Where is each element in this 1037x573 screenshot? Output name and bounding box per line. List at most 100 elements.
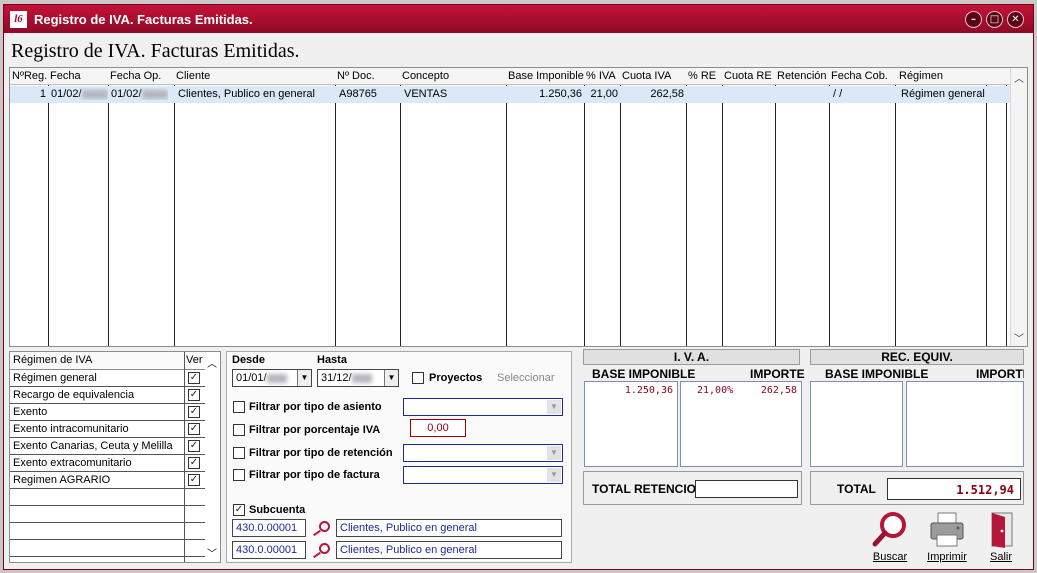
col-fecha-op[interactable]: Fecha Op. — [110, 70, 161, 82]
iva-importe-box: 21,00% 262,58 — [680, 381, 802, 467]
regimen-checkbox[interactable]: ✓ — [188, 372, 200, 384]
subcuenta-from-code[interactable]: 430.0.00001 — [232, 519, 306, 537]
cell-fecha-op: 01/02/ — [111, 88, 168, 100]
grid-divider — [895, 85, 896, 346]
regimen-checkbox[interactable]: ✓ — [188, 423, 200, 435]
grid-divider — [829, 85, 830, 346]
grid-scrollbar[interactable]: ︿ ﹀ — [1010, 68, 1027, 346]
col-pct-re[interactable]: % RE — [688, 70, 716, 82]
grid-divider — [506, 85, 507, 346]
chevron-down-icon[interactable]: ▼ — [547, 400, 561, 414]
list-item[interactable]: Regimen AGRARIO ✓ — [10, 472, 205, 489]
regimen-list[interactable]: Régimen de IVA Ver Régimen general ✓ Rec… — [9, 351, 221, 563]
grid-divider — [108, 85, 109, 346]
rec-equiv-importe-header: IMPORTE — [976, 367, 1024, 381]
col-cuota-iva[interactable]: Cuota IVA — [622, 70, 671, 82]
regimen-checkbox[interactable]: ✓ — [188, 406, 200, 418]
buscar-button[interactable]: Buscar — [865, 511, 915, 567]
grid-divider — [335, 85, 336, 346]
list-item[interactable]: Exento ✓ — [10, 404, 205, 421]
tipo-factura-label: Filtrar por tipo de factura — [249, 469, 380, 481]
regimen-checkbox[interactable]: ✓ — [188, 457, 200, 469]
list-scroll-down-icon[interactable]: ﹀ — [207, 545, 217, 560]
hasta-date-field[interactable]: 31/12/ ▼ — [317, 369, 399, 387]
maximize-button[interactable]: □ — [986, 11, 1003, 28]
col-cuota-re[interactable]: Cuota RE — [724, 70, 772, 82]
col-regimen[interactable]: Régimen — [899, 70, 943, 82]
tipo-asiento-select[interactable]: ▼ — [403, 398, 563, 416]
rec-equiv-base-header: BASE IMPONIBLE — [825, 367, 929, 381]
regimen-checkbox[interactable]: ✓ — [188, 474, 200, 486]
subcuenta-from-name[interactable]: Clientes, Publico en general — [336, 519, 562, 537]
regimen-checkbox[interactable]: ✓ — [188, 389, 200, 401]
minimize-button[interactable]: – — [965, 11, 982, 28]
regimen-checkbox[interactable]: ✓ — [188, 440, 200, 452]
cell-ndoc: A98765 — [339, 88, 377, 100]
app-logo-icon: l6 — [10, 11, 27, 28]
close-button[interactable]: ✕ — [1007, 11, 1024, 28]
grid-divider — [775, 85, 776, 346]
tipo-factura-select[interactable]: ▼ — [403, 466, 563, 484]
cell-pct-iva: 21,00 — [590, 88, 618, 100]
subcuenta-to-name[interactable]: Clientes, Publico en general — [336, 541, 562, 559]
tipo-retencion-select[interactable]: ▼ — [403, 444, 563, 462]
imprimir-button[interactable]: Imprimir — [922, 511, 972, 567]
iva-importe-value: 262,58 — [760, 385, 797, 396]
regimen-item-label: Recargo de equivalencia — [13, 389, 135, 401]
grid-divider — [620, 85, 621, 346]
porcentaje-iva-checkbox[interactable] — [233, 424, 245, 436]
filters-panel: Desde Hasta 01/01/ ▼ 31/12/ ▼ Proyectos … — [226, 351, 572, 563]
search-icon — [872, 512, 906, 547]
table-row[interactable]: 1 01/02/ 01/02/ Clientes, Publico en gen… — [10, 86, 1012, 103]
total-retencion-field — [695, 480, 798, 498]
ver-header-label: Ver — [186, 354, 203, 366]
chevron-down-icon[interactable]: ▼ — [547, 468, 561, 482]
title-bar[interactable]: l6 Registro de IVA. Facturas Emitidas. –… — [4, 5, 1033, 33]
cell-regimen: Régimen general — [901, 88, 985, 100]
col-cliente[interactable]: Cliente — [176, 70, 210, 82]
col-fecha-cob[interactable]: Fecha Cob. — [831, 70, 888, 82]
proyectos-checkbox[interactable] — [412, 372, 424, 384]
exit-door-icon — [991, 512, 1013, 548]
list-item[interactable]: Exento extracomunitario ✓ — [10, 455, 205, 472]
col-concepto[interactable]: Concepto — [402, 70, 449, 82]
subcuenta-checkbox[interactable]: ✓ — [233, 504, 245, 516]
iva-pct-value: 21,00% — [697, 385, 734, 396]
regimen-item-label: Régimen general — [13, 372, 97, 384]
col-pct-iva[interactable]: % IVA — [586, 70, 616, 82]
subcuenta-to-code[interactable]: 430.0.00001 — [232, 541, 306, 559]
iva-panel-title: I. V. A. — [583, 349, 800, 365]
total-value: 1.512,94 — [956, 483, 1014, 497]
col-base-imponible[interactable]: Base Imponible — [508, 70, 584, 82]
chevron-down-icon[interactable]: ▼ — [547, 446, 561, 460]
scroll-down-icon[interactable]: ﹀ — [1014, 330, 1024, 345]
invoice-grid[interactable]: NºReg. Fecha Fecha Op. Cliente Nº Doc. C… — [9, 67, 1028, 347]
salir-button[interactable]: Salir — [976, 511, 1026, 567]
col-fecha[interactable]: Fecha — [50, 70, 81, 82]
porcentaje-iva-input[interactable]: 0,00 — [410, 419, 466, 437]
cell-cliente: Clientes, Publico en general — [178, 88, 315, 100]
list-item[interactable]: Exento intracomunitario ✓ — [10, 421, 205, 438]
search-icon[interactable] — [312, 519, 332, 537]
regimen-item-label: Exento extracomunitario — [13, 457, 132, 469]
chevron-down-icon[interactable]: ▼ — [297, 370, 311, 386]
seleccionar-button[interactable]: Seleccionar — [497, 372, 554, 384]
scroll-up-icon[interactable]: ︿ — [1014, 70, 1024, 85]
regimen-list-header: Régimen de IVA Ver — [10, 352, 205, 370]
col-retencion[interactable]: Retención — [777, 70, 827, 82]
regimen-header-label: Régimen de IVA — [13, 354, 93, 366]
list-item[interactable]: Recargo de equivalencia ✓ — [10, 387, 205, 404]
tipo-asiento-checkbox[interactable] — [233, 401, 245, 413]
list-item[interactable]: Régimen general ✓ — [10, 370, 205, 387]
list-item[interactable]: Exento Canarias, Ceuta y Melilla ✓ — [10, 438, 205, 455]
col-ndoc[interactable]: Nº Doc. — [337, 70, 375, 82]
grid-header: NºReg. Fecha Fecha Op. Cliente Nº Doc. C… — [10, 68, 1012, 85]
list-scroll-up-icon[interactable]: ︿ — [207, 355, 217, 370]
col-nreg[interactable]: NºReg. — [12, 70, 47, 82]
desde-date-field[interactable]: 01/01/ ▼ — [232, 369, 312, 387]
tipo-retencion-checkbox[interactable] — [233, 447, 245, 459]
chevron-down-icon[interactable]: ▼ — [384, 370, 398, 386]
tipo-factura-checkbox[interactable] — [233, 469, 245, 481]
cell-nreg: 1 — [39, 88, 46, 100]
search-icon[interactable] — [312, 541, 332, 559]
